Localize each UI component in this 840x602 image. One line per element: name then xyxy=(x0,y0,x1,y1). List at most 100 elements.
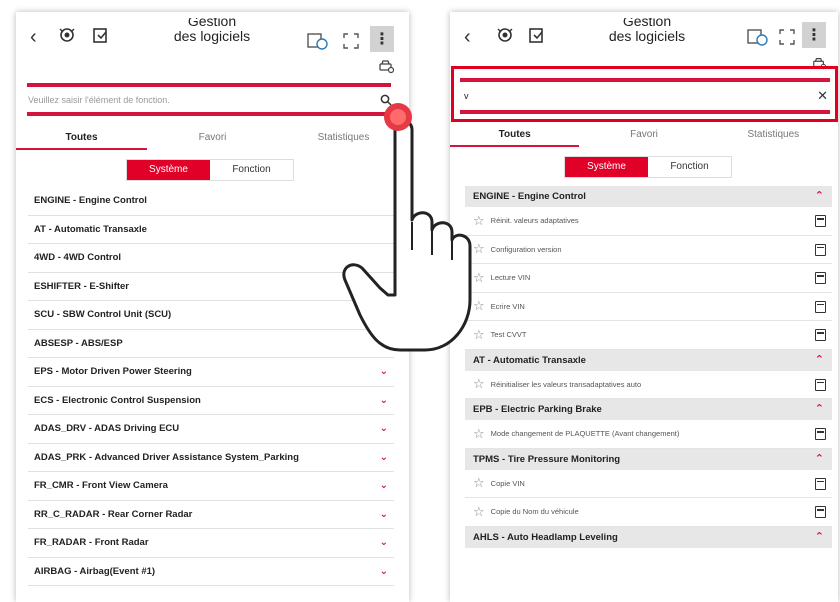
stage: ‹ Gestion des logiciels ⋮ Toutes Favori … xyxy=(0,0,840,602)
vehicle-scan-icon[interactable] xyxy=(494,24,516,46)
result-group-header[interactable]: AHLS - Auto Headlamp Leveling ⌃ xyxy=(465,526,832,548)
function-label: Test CVVT xyxy=(490,330,527,340)
chevron-down-icon[interactable]: ⌄ xyxy=(380,566,388,577)
ecu-sync-icon[interactable] xyxy=(746,26,768,48)
software-update-icon[interactable] xyxy=(526,24,548,46)
chevron-up-icon[interactable]: ⌃ xyxy=(815,402,824,415)
chevron-up-icon[interactable]: ⌃ xyxy=(815,530,824,543)
chevron-up-icon[interactable]: ⌃ xyxy=(815,353,824,366)
tab-favori[interactable]: Favori xyxy=(579,125,708,147)
system-label: SCU - SBW Control Unit (SCU) xyxy=(34,309,172,321)
function-item[interactable]: ☆ Lecture VIN xyxy=(465,264,832,293)
favorite-star-icon[interactable]: ☆ xyxy=(473,426,485,442)
group-label: AT - Automatic Transaxle xyxy=(473,354,586,366)
function-label: Ecrire VIN xyxy=(490,301,525,311)
chevron-up-icon[interactable]: ⌃ xyxy=(815,189,824,202)
system-label: FR_CMR - Front View Camera xyxy=(34,480,168,492)
function-label: Configuration version xyxy=(490,244,562,254)
segment-systeme[interactable]: Système xyxy=(565,157,648,177)
document-icon[interactable] xyxy=(815,329,826,341)
function-item[interactable]: ☆ Configuration version xyxy=(465,236,832,264)
document-icon[interactable] xyxy=(815,272,826,284)
document-icon[interactable] xyxy=(815,300,826,313)
system-label: 4WD - 4WD Control xyxy=(34,252,122,264)
favorite-star-icon[interactable]: ☆ xyxy=(473,475,485,491)
chevron-up-icon[interactable]: ⌃ xyxy=(815,452,824,465)
result-group-header[interactable]: EPB - Electric Parking Brake ⌃ xyxy=(465,399,832,420)
document-icon[interactable] xyxy=(815,215,826,227)
tap-hand-icon xyxy=(342,119,472,352)
group-label: TPMS - Tire Pressure Monitoring xyxy=(473,453,621,465)
function-item[interactable]: ☆ Réinitialiser les valeurs transadaptati… xyxy=(465,371,832,399)
chevron-down-icon[interactable]: ⌄ xyxy=(380,452,388,463)
group-label: AHLS - Auto Headlamp Leveling xyxy=(473,531,618,543)
search-results: ENGINE - Engine Control ⌃ ☆ Réinit. valeurs… xyxy=(465,186,832,548)
tab-statistiques[interactable]: Statistiques xyxy=(709,125,838,147)
document-icon[interactable] xyxy=(815,477,826,490)
group-label: ENGINE - Engine Control xyxy=(473,191,586,202)
segment-fonction[interactable]: Fonction xyxy=(648,157,731,177)
ecu-sync-icon[interactable] xyxy=(306,30,328,52)
function-item[interactable]: ☆ Test CVVT xyxy=(465,321,832,350)
search-bottom-border xyxy=(27,112,391,116)
document-icon[interactable] xyxy=(815,506,826,518)
chevron-down-icon[interactable]: ⌄ xyxy=(380,509,388,520)
more-menu-button[interactable]: ⋮ xyxy=(370,26,394,52)
vehicle-scan-icon[interactable] xyxy=(56,24,78,46)
system-list-item[interactable]: EPS - Motor Driven Power Steering ⌄ xyxy=(28,358,394,387)
favorite-star-icon[interactable]: ☆ xyxy=(473,376,485,392)
system-label: ENGINE - Engine Control xyxy=(34,195,147,207)
page-title: Gestion des logiciels xyxy=(608,18,686,44)
result-group-header[interactable]: ENGINE - Engine Control ⌃ xyxy=(465,186,832,207)
document-icon[interactable] xyxy=(815,428,826,440)
document-icon[interactable] xyxy=(815,378,826,391)
filter-tabs: Toutes Favori Statistiques xyxy=(450,125,838,147)
car-icon[interactable] xyxy=(378,58,394,74)
search-bar[interactable] xyxy=(28,88,394,112)
system-list-item[interactable]: AIRBAG - Airbag(Event #1) ⌄ xyxy=(28,558,394,586)
result-group-header[interactable]: TPMS - Tire Pressure Monitoring ⌃ xyxy=(465,448,832,470)
function-item[interactable]: ☆ Mode changement de PLAQUETTE (Avant cha… xyxy=(465,420,832,449)
back-button[interactable]: ‹ xyxy=(30,26,37,49)
system-list-item[interactable]: RR_C_RADAR - Rear Corner Radar ⌄ xyxy=(28,501,394,529)
function-label: Réinitialiser les valeurs transadaptativ… xyxy=(490,379,642,389)
document-icon[interactable] xyxy=(815,243,826,256)
expand-icon[interactable] xyxy=(776,26,798,48)
system-list-item[interactable]: ADAS_PRK - Advanced Driver Assistance Sy… xyxy=(28,444,394,472)
chevron-down-icon[interactable]: ⌄ xyxy=(380,480,388,491)
system-list-item[interactable]: ADAS_DRV - ADAS Driving ECU ⌄ xyxy=(28,415,394,444)
segment-fonction[interactable]: Fonction xyxy=(210,160,293,180)
group-label: EPB - Electric Parking Brake xyxy=(473,404,602,415)
function-item[interactable]: ☆ Ecrire VIN xyxy=(465,293,832,321)
chevron-down-icon[interactable]: ⌄ xyxy=(380,423,388,434)
software-update-icon[interactable] xyxy=(90,24,112,46)
tab-toutes[interactable]: Toutes xyxy=(16,128,147,150)
chevron-down-icon[interactable]: ⌄ xyxy=(380,537,388,548)
function-item[interactable]: ☆ Réinit. valeurs adaptatives xyxy=(465,207,832,236)
system-label: RR_C_RADAR - Rear Corner Radar xyxy=(34,508,193,520)
function-item[interactable]: ☆ Copie du Nom du véhicule xyxy=(465,498,832,527)
favorite-star-icon[interactable]: ☆ xyxy=(473,504,485,520)
tab-favori[interactable]: Favori xyxy=(147,128,278,150)
more-menu-button[interactable]: ⋮ xyxy=(802,22,826,48)
touch-indicator xyxy=(384,103,412,131)
function-label: Copie VIN xyxy=(490,478,525,488)
chevron-down-icon[interactable]: ⌄ xyxy=(380,366,388,377)
back-button[interactable]: ‹ xyxy=(464,26,471,49)
system-list-item[interactable]: FR_RADAR - Front Radar ⌄ xyxy=(28,529,394,558)
search-input[interactable] xyxy=(28,95,380,105)
function-label: Réinit. valeurs adaptatives xyxy=(490,216,579,226)
function-item[interactable]: ☆ Copie VIN xyxy=(465,470,832,498)
expand-icon[interactable] xyxy=(340,30,362,52)
system-list-item[interactable]: FR_CMR - Front View Camera ⌄ xyxy=(28,472,394,501)
result-group-header[interactable]: AT - Automatic Transaxle ⌃ xyxy=(465,349,832,371)
system-label: ABSESP - ABS/ESP xyxy=(34,337,123,349)
chevron-down-icon[interactable]: ⌄ xyxy=(380,395,388,406)
system-label: AT - Automatic Transaxle xyxy=(34,223,147,235)
segment-systeme[interactable]: Système xyxy=(127,160,210,180)
function-label: Mode changement de PLAQUETTE (Avant chan… xyxy=(490,429,680,439)
search-highlight-frame xyxy=(451,66,838,122)
system-list-item[interactable]: ECS - Electronic Control Suspension ⌄ xyxy=(28,387,394,415)
system-label: FR_RADAR - Front Radar xyxy=(34,537,149,549)
search-top-border xyxy=(27,83,391,87)
